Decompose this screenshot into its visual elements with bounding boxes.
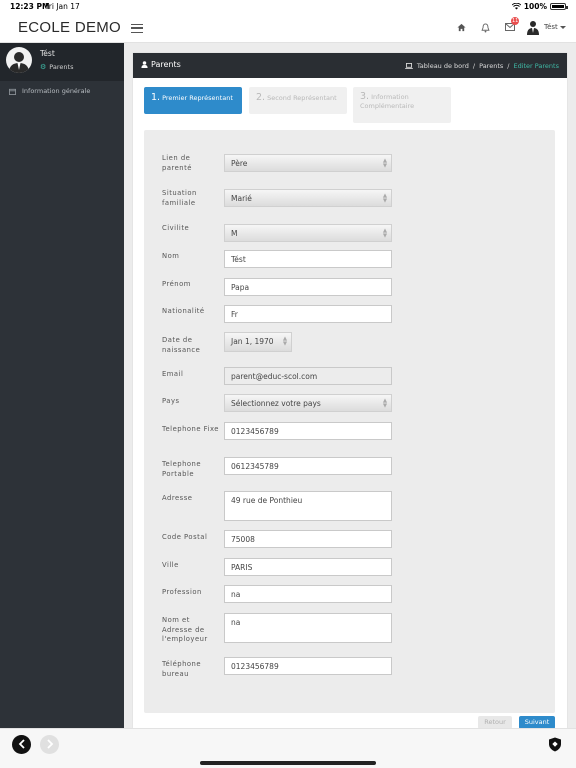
- sidebar-user-panel: Tést ⚙ Parents: [0, 43, 124, 81]
- lien-value: Père: [231, 159, 248, 168]
- nationalite-label: Nationalité: [162, 307, 205, 315]
- tel-bureau-label: Téléphone bureau: [162, 660, 202, 678]
- sidebar-user-role-label: Parents: [49, 63, 74, 71]
- select-arrows-icon: ▲ ▼: [282, 336, 288, 347]
- breadcrumb-current: Editer Parents: [513, 61, 559, 70]
- code-postal-field[interactable]: 75008: [224, 530, 392, 548]
- tab-information-complementaire[interactable]: 3. Information Complémentaire: [353, 87, 451, 123]
- naissance-label: Date de naissance: [162, 336, 201, 354]
- tel-fixe-field[interactable]: 0123456789: [224, 422, 392, 440]
- tel-fixe-label: Telephone Fixe: [162, 425, 219, 433]
- browser-back-button[interactable]: [12, 735, 31, 754]
- tab-premier-representant[interactable]: 1. Premier Représentant: [144, 87, 242, 114]
- lien-label: Lien de parenté: [162, 154, 192, 172]
- profession-field[interactable]: na: [224, 585, 392, 603]
- browser-forward-button[interactable]: [40, 735, 59, 754]
- home-indicator: [200, 761, 376, 765]
- chevron-right-icon: [46, 739, 53, 749]
- sidebar-user-name: Tést: [40, 49, 55, 58]
- menu-toggle-icon[interactable]: [131, 24, 143, 33]
- user-icon: [141, 61, 148, 68]
- user-menu-name: Tést: [544, 23, 558, 31]
- nationalite-field[interactable]: Fr: [224, 305, 392, 323]
- notification-badge: 11: [511, 17, 520, 25]
- breadcrumb-separator: /: [472, 61, 476, 70]
- home-icon[interactable]: [457, 23, 466, 35]
- civilite-label: Civilite: [162, 224, 190, 232]
- avatar: [6, 47, 32, 73]
- bell-icon[interactable]: [481, 23, 490, 36]
- step-label: Second Représentant: [267, 94, 337, 102]
- employeur-label: Nom et Adresse de l'employeur: [162, 616, 208, 643]
- user-menu[interactable]: Tést: [544, 23, 566, 31]
- brand-title[interactable]: ECOLE DEMO: [18, 19, 121, 36]
- pays-value: Sélectionnez votre pays: [231, 399, 321, 408]
- select-arrows-icon: ▲ ▼: [382, 193, 388, 204]
- lien-select[interactable]: Père ▲ ▼: [224, 154, 392, 172]
- battery-icon: [550, 3, 568, 10]
- main-content: Parents Tableau de bord / Parents / Edit…: [133, 53, 567, 729]
- naissance-date-picker[interactable]: Jan 1, 1970 ▲ ▼: [224, 332, 292, 352]
- code-postal-label: Code Postal: [162, 533, 208, 541]
- laptop-icon: [405, 62, 413, 69]
- bottom-toolbar: [0, 728, 576, 768]
- users-icon: ⚙: [40, 63, 47, 71]
- wifi-icon: [511, 3, 521, 10]
- breadcrumb-parents[interactable]: Parents: [479, 62, 503, 70]
- breadcrumb-separator: /: [507, 61, 510, 70]
- sidebar-item-information-generale[interactable]: Information générale: [0, 83, 124, 99]
- chevron-down-icon: [559, 25, 566, 29]
- breadcrumb-dashboard[interactable]: Tableau de bord: [417, 62, 469, 70]
- tel-portable-label: Telephone Portable: [162, 460, 202, 478]
- tel-portable-field[interactable]: 0612345789: [224, 457, 392, 475]
- battery-percent: 100%: [523, 2, 547, 11]
- status-right: 100%: [511, 2, 568, 11]
- profession-label: Profession: [162, 588, 202, 596]
- ville-label: Ville: [162, 561, 179, 569]
- sidebar-item-label: Information générale: [22, 87, 91, 95]
- breadcrumb: Tableau de bord / Parents / Editer Paren…: [405, 62, 559, 70]
- ville-field[interactable]: PARIS: [224, 558, 392, 576]
- nom-field[interactable]: Tést: [224, 250, 392, 268]
- step-number: 2.: [256, 92, 266, 103]
- status-time: 12:23 PM: [10, 2, 50, 11]
- step-number: 1.: [151, 92, 161, 103]
- avatar[interactable]: [527, 20, 539, 35]
- situation-select[interactable]: Marié ▲ ▼: [224, 189, 392, 207]
- sidebar-user-role: ⚙ Parents: [40, 63, 73, 71]
- civilite-value: M: [231, 229, 238, 238]
- situation-label: Situation familiale: [162, 189, 197, 207]
- chevron-left-icon: [18, 739, 25, 749]
- step-label: Premier Représentant: [162, 94, 233, 102]
- nom-label: Nom: [162, 252, 180, 260]
- email-field[interactable]: parent@educ-scol.com: [224, 367, 392, 385]
- top-navbar: ECOLE DEMO 11 Tést: [0, 13, 576, 43]
- page-title-text: Parents: [151, 60, 181, 69]
- content-header: Parents Tableau de bord / Parents / Edit…: [133, 53, 567, 78]
- shield-icon[interactable]: [548, 737, 562, 752]
- email-label: Email: [162, 370, 184, 378]
- tab-second-representant[interactable]: 2. Second Représentant: [249, 87, 347, 114]
- select-arrows-icon: ▲ ▼: [382, 398, 388, 409]
- prenom-label: Prénom: [162, 280, 191, 288]
- situation-value: Marié: [231, 194, 252, 203]
- step-number: 3.: [360, 91, 370, 102]
- tel-bureau-field[interactable]: 0123456789: [224, 657, 392, 675]
- civilite-select[interactable]: M ▲ ▼: [224, 224, 392, 242]
- parent-form: Lien de parenté Père ▲ ▼ Situation famili…: [144, 130, 555, 713]
- adresse-label: Adresse: [162, 494, 193, 502]
- prenom-field[interactable]: Papa: [224, 278, 392, 296]
- pays-select[interactable]: Sélectionnez votre pays ▲ ▼: [224, 394, 392, 412]
- adresse-textarea[interactable]: 49 rue de Ponthieu: [224, 491, 392, 521]
- status-date: Fri Jan 17: [45, 2, 80, 11]
- employeur-textarea[interactable]: na: [224, 613, 392, 643]
- sidebar: Tést ⚙ Parents Information générale: [0, 43, 124, 728]
- pays-label: Pays: [162, 397, 180, 405]
- status-bar: 12:23 PM Fri Jan 17 100%: [0, 0, 576, 13]
- select-arrows-icon: ▲ ▼: [382, 228, 388, 239]
- page-title: Parents: [141, 60, 181, 69]
- select-arrows-icon: ▲ ▼: [382, 158, 388, 169]
- naissance-value: Jan 1, 1970: [231, 337, 274, 346]
- calendar-icon: [9, 88, 16, 95]
